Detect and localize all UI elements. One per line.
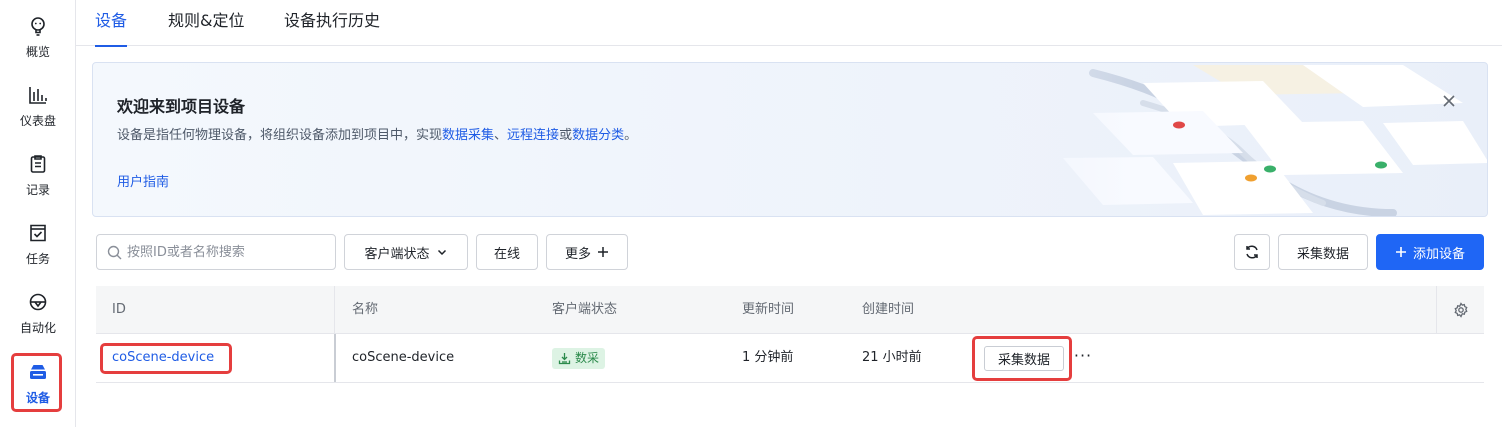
column-header-id: ID — [112, 302, 126, 317]
sidebar-item-label: 仪表盘 — [19, 113, 56, 128]
device-name: coScene-device — [352, 350, 455, 365]
task-check-icon — [30, 224, 46, 241]
plus-icon — [1395, 247, 1406, 257]
device-updated-time: 1 分钟前 — [742, 350, 794, 365]
sidebar-item-label: 设备 — [25, 390, 50, 405]
sidebar-item-tasks[interactable]: 任务 — [0, 213, 76, 275]
column-settings-button[interactable] — [1436, 286, 1484, 334]
column-header-name: 名称 — [352, 302, 379, 317]
status-badge: 数采 — [552, 348, 606, 369]
add-device-button[interactable]: 添加设备 — [1376, 234, 1484, 270]
device-id-link[interactable]: coScene-device — [112, 334, 214, 382]
download-tray-icon — [558, 353, 571, 365]
banner-desc-text: 设备是指任何物理设备，将组织设备添加到项目中，实现 — [117, 128, 443, 143]
bar-chart-icon — [29, 86, 47, 104]
link-data-classification[interactable]: 数据分类 — [572, 128, 624, 143]
client-status-filter-button[interactable]: 客户端状态 — [344, 234, 468, 270]
search-box — [96, 234, 336, 270]
device-icon — [30, 364, 46, 379]
sidebar-item-label: 自动化 — [19, 320, 56, 335]
search-input[interactable] — [127, 235, 327, 269]
sidebar-item-label: 记录 — [25, 182, 50, 197]
column-header-client-status: 客户端状态 — [552, 302, 618, 317]
sidebar: 概览 仪表盘 记录 任务 自动化 设备 — [0, 0, 76, 427]
sidebar-item-automation[interactable]: 自动化 — [0, 282, 76, 344]
column-divider — [334, 286, 335, 334]
link-remote-connection[interactable]: 远程连接 — [507, 128, 559, 143]
more-filters-button[interactable]: 更多 — [546, 234, 628, 270]
row-action-highlight: 采集数据 — [972, 336, 1072, 381]
search-icon — [107, 245, 122, 260]
banner-desc-end: 。 — [624, 128, 638, 143]
add-device-label: 添加设备 — [1412, 246, 1465, 262]
sidebar-item-dashboard[interactable]: 仪表盘 — [0, 75, 76, 137]
status-badge-label: 数采 — [575, 351, 600, 365]
refresh-icon — [1246, 245, 1258, 259]
banner-desc-separator: 、 — [494, 128, 508, 143]
plus-icon — [598, 247, 608, 257]
user-guide-link[interactable]: 用户指南 — [117, 171, 169, 190]
banner-title: 欢迎来到项目设备 — [117, 97, 246, 116]
column-resize-handle[interactable] — [334, 334, 336, 382]
chevron-down-icon — [437, 249, 446, 256]
more-filters-label: 更多 — [564, 246, 591, 262]
close-icon[interactable] — [1440, 92, 1458, 110]
sidebar-item-records[interactable]: 记录 — [0, 144, 76, 206]
tab-bar: 设备 规则&定位 设备执行历史 — [76, 0, 1502, 47]
refresh-button[interactable] — [1234, 234, 1270, 270]
online-filter-label: 在线 — [493, 246, 520, 262]
lightbulb-icon — [31, 16, 45, 36]
welcome-banner: 欢迎来到项目设备 设备是指任何物理设备，将组织设备添加到项目中，实现数据采集、远… — [92, 62, 1488, 217]
online-filter-button[interactable]: 在线 — [476, 234, 538, 270]
link-data-collection[interactable]: 数据采集 — [442, 128, 494, 143]
table-header: ID 名称 客户端状态 更新时间 创建时间 — [96, 286, 1484, 334]
tab-devices[interactable]: 设备 — [95, 0, 128, 47]
gear-icon — [1453, 302, 1468, 318]
sidebar-item-label: 任务 — [25, 251, 50, 266]
device-created-time: 21 小时前 — [862, 350, 922, 365]
banner-description: 设备是指任何物理设备，将组织设备添加到项目中，实现数据采集、远程连接或数据分类。 — [117, 124, 637, 143]
row-more-actions-button[interactable]: ··· — [1072, 334, 1094, 382]
column-header-updated: 更新时间 — [742, 302, 795, 317]
device-table: ID 名称 客户端状态 更新时间 创建时间 coScene-device coS… — [96, 286, 1484, 383]
sidebar-item-label: 概览 — [25, 44, 50, 59]
sidebar-item-devices[interactable]: 设备 — [0, 352, 76, 414]
sidebar-item-overview[interactable]: 概览 — [0, 6, 76, 68]
tab-rules-location[interactable]: 规则&定位 — [168, 0, 244, 46]
column-header-created: 创建时间 — [862, 302, 915, 317]
banner-illustration — [943, 63, 1487, 216]
collect-data-label: 采集数据 — [1296, 246, 1349, 262]
client-status-filter-label: 客户端状态 — [364, 246, 430, 262]
table-row: coScene-device coScene-device 数采 1 分钟前 2… — [96, 334, 1484, 383]
clipboard-icon — [30, 154, 46, 173]
automation-icon — [29, 293, 47, 310]
collect-data-button[interactable]: 采集数据 — [1278, 234, 1368, 270]
row-collect-data-button[interactable]: 采集数据 — [984, 346, 1064, 371]
banner-desc-separator: 或 — [559, 128, 573, 143]
tab-device-history[interactable]: 设备执行历史 — [284, 0, 380, 46]
